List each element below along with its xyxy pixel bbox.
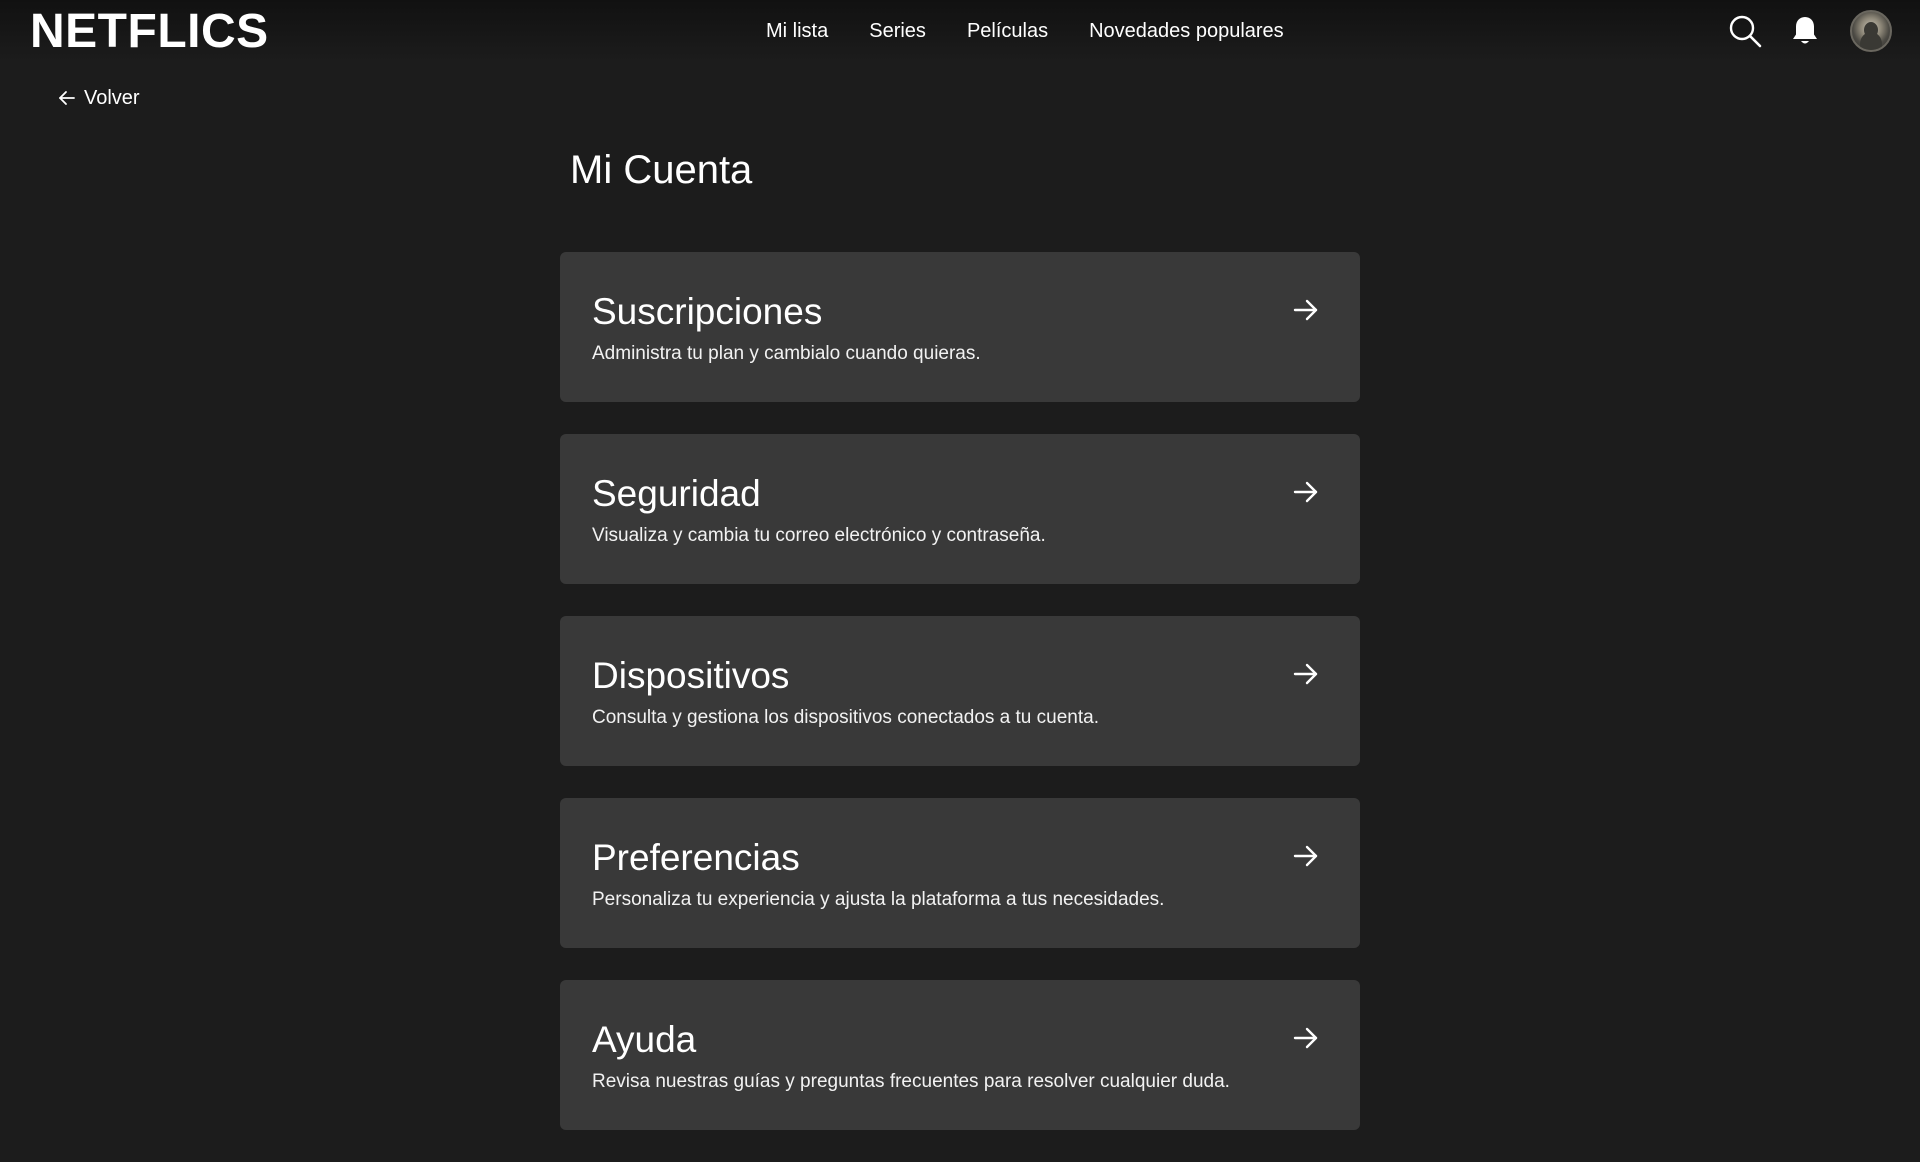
avatar[interactable] xyxy=(1850,10,1892,52)
nav-item-novedades-populares[interactable]: Novedades populares xyxy=(1089,17,1284,45)
nav-item-peliculas[interactable]: Películas xyxy=(967,17,1048,45)
card-description: Visualiza y cambia tu correo electrónico… xyxy=(592,525,1046,546)
back-link[interactable]: Volver xyxy=(58,85,140,111)
card-title: Seguridad xyxy=(592,473,761,514)
card-title: Preferencias xyxy=(592,837,800,878)
card-description: Personaliza tu experiencia y ajusta la p… xyxy=(592,889,1165,910)
card-description: Administra tu plan y cambialo cuando qui… xyxy=(592,343,981,364)
logo[interactable]: NETFLICS xyxy=(30,4,269,60)
arrow-right-icon xyxy=(1293,663,1318,685)
card-dispositivos[interactable]: Dispositivos Consulta y gestiona los dis… xyxy=(560,616,1360,766)
card-suscripciones[interactable]: Suscripciones Administra tu plan y cambi… xyxy=(560,252,1360,402)
top-navigation-bar: NETFLICS Mi lista Series Películas Noved… xyxy=(0,0,1920,62)
search-icon xyxy=(1729,15,1762,48)
notifications-button[interactable] xyxy=(1786,12,1824,50)
card-preferencias[interactable]: Preferencias Personaliza tu experiencia … xyxy=(560,798,1360,948)
bell-icon xyxy=(1793,17,1817,44)
card-title: Dispositivos xyxy=(592,655,790,696)
arrow-left-icon xyxy=(58,89,76,107)
search-button[interactable] xyxy=(1726,12,1764,50)
card-seguridad[interactable]: Seguridad Visualiza y cambia tu correo e… xyxy=(560,434,1360,584)
nav-item-series[interactable]: Series xyxy=(869,17,926,45)
header-actions xyxy=(1726,10,1892,52)
main-nav: Mi lista Series Películas Novedades popu… xyxy=(766,17,1284,45)
card-title: Ayuda xyxy=(592,1019,697,1060)
account-sections: Suscripciones Administra tu plan y cambi… xyxy=(560,252,1360,1162)
card-description: Revisa nuestras guías y preguntas frecue… xyxy=(592,1071,1230,1092)
card-title: Suscripciones xyxy=(592,291,823,332)
nav-item-mi-lista[interactable]: Mi lista xyxy=(766,17,828,45)
arrow-right-icon xyxy=(1293,1027,1318,1049)
back-label: Volver xyxy=(84,87,140,109)
card-description: Consulta y gestiona los dispositivos con… xyxy=(592,707,1099,728)
page-title: Mi Cuenta xyxy=(570,148,753,192)
arrow-right-icon xyxy=(1293,299,1318,321)
arrow-right-icon xyxy=(1293,481,1318,503)
card-ayuda[interactable]: Ayuda Revisa nuestras guías y preguntas … xyxy=(560,980,1360,1130)
arrow-right-icon xyxy=(1293,845,1318,867)
